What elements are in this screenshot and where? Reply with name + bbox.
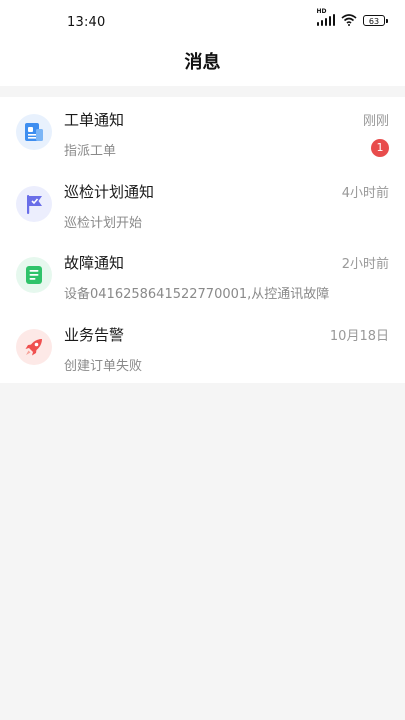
message-item-inspection-plan[interactable]: 巡检计划通知 巡检计划开始 4小时前 [0,169,405,241]
unread-badge: 1 [371,139,389,157]
page-title: 消息 [184,52,221,73]
message-time: 10月18日 [329,328,389,344]
battery-icon: 63 [363,14,388,26]
message-subtitle: 巡检计划开始 [64,215,143,231]
message-subtitle: 指派工单 [64,144,117,159]
hd-label: HD [316,8,327,15]
message-item-work-order[interactable]: 工单通知 指派工单 刚刚 1 [0,97,405,169]
message-item-business-alert[interactable]: 业务告警 创建订单失败 10月18日 [0,312,405,384]
message-time: 4小时前 [341,185,389,201]
message-title: 故障通知 [64,254,125,272]
fault-list-icon [16,257,52,293]
message-title: 业务告警 [64,325,125,344]
flag-icon [16,185,52,222]
message-title: 巡检计划通知 [64,182,155,201]
wifi-icon [341,14,357,26]
top-area: 13:40 HD 63 消息 [0,0,405,86]
message-list: 工单通知 指派工单 刚刚 1 巡检计划通知 巡检计划开始 4小时前 故障通知 设… [0,97,405,383]
message-time: 刚刚 [362,114,389,129]
message-title: 工单通知 [64,111,125,129]
status-bar: 13:40 HD 63 [0,0,405,44]
status-time: 13:40 [67,15,106,30]
signal-icon: HD [316,8,335,26]
rocket-icon [16,328,52,365]
message-subtitle: 创建订单失败 [64,358,143,374]
work-order-icon [16,114,52,150]
message-time: 2小时前 [341,257,389,272]
message-item-fault[interactable]: 故障通知 设备0416258641522770001,从控通讯故障 2小时前 [0,240,405,312]
message-subtitle: 设备0416258641522770001,从控通讯故障 [64,287,330,302]
status-icons: HD 63 [316,8,388,26]
